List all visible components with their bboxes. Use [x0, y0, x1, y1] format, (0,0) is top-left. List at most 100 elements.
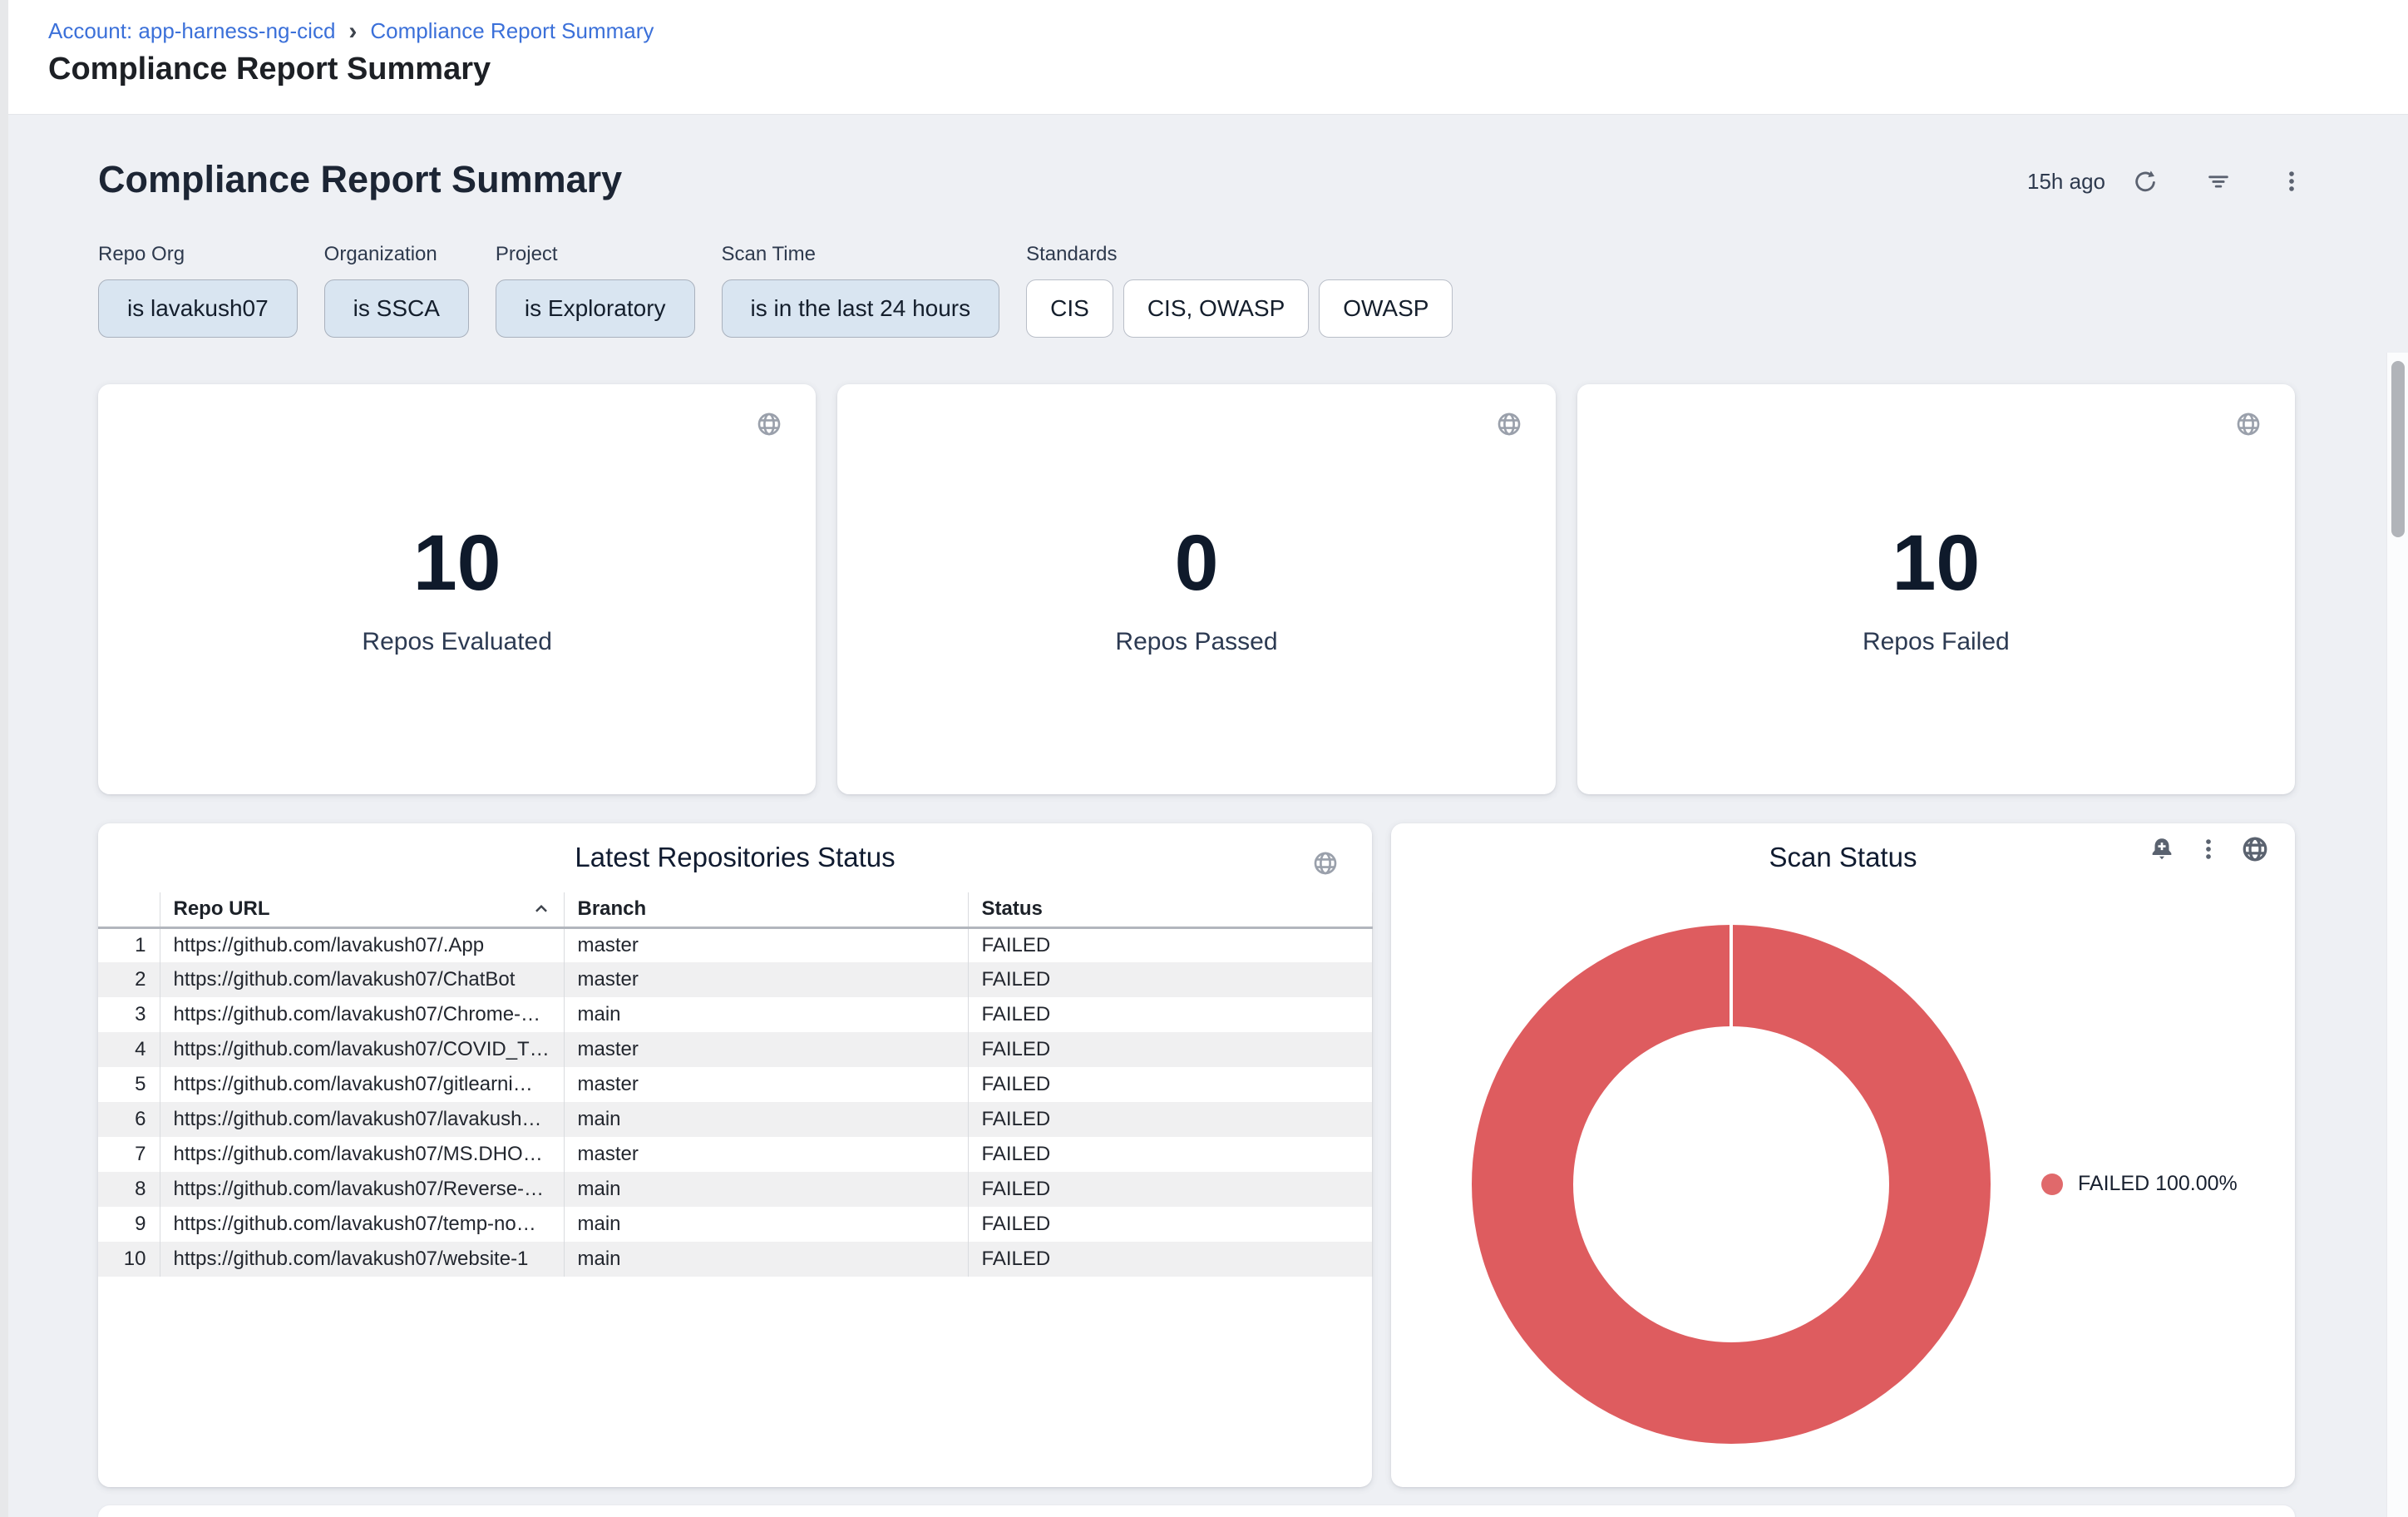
alert-bell-button[interactable]	[2147, 834, 2177, 864]
cell-repo-url: https://github.com/lavakush07/Reverse-…	[160, 1172, 564, 1207]
cell-branch: master	[564, 1137, 968, 1172]
filter-chip-standard-cis[interactable]: CIS	[1026, 279, 1113, 338]
cell-repo-url: https://github.com/lavakush07/website-1	[160, 1242, 564, 1277]
table-row[interactable]: 4 https://github.com/lavakush07/COVID_T……	[98, 1032, 1372, 1067]
cell-branch: master	[564, 927, 968, 962]
refresh-button[interactable]	[2130, 166, 2160, 196]
more-menu-button[interactable]	[2277, 166, 2307, 196]
filter-chip-organization[interactable]: is SSCA	[324, 279, 469, 338]
table-row[interactable]: 9 https://github.com/lavakush07/temp-no……	[98, 1207, 1372, 1242]
column-header-index	[98, 892, 160, 927]
row-index: 6	[98, 1102, 160, 1137]
scrollbar-thumb[interactable]	[2391, 361, 2405, 537]
cell-branch: master	[564, 1067, 968, 1102]
table-row[interactable]: 5 https://github.com/lavakush07/gitlearn…	[98, 1067, 1372, 1102]
row-index: 9	[98, 1207, 160, 1242]
bottom-row: Latest Repositories Status Repo URL	[98, 823, 2295, 1487]
cell-branch: main	[564, 1172, 968, 1207]
filter-chip-scan-time[interactable]: is in the last 24 hours	[722, 279, 1000, 338]
column-header-repo-url[interactable]: Repo URL	[160, 892, 564, 927]
cell-repo-url: https://github.com/lavakush07/.App	[160, 927, 564, 962]
dashboard-actions: 15h ago	[2027, 163, 2307, 200]
kebab-menu-icon	[2277, 167, 2306, 195]
cell-repo-url: https://github.com/lavakush07/COVID_T…	[160, 1032, 564, 1067]
cell-status: FAILED	[968, 997, 1372, 1032]
column-header-branch[interactable]: Branch	[564, 892, 968, 927]
table-title: Latest Repositories Status	[98, 823, 1372, 873]
filter-group-scan-time: Scan Time is in the last 24 hours	[722, 243, 1000, 338]
dashboard-title: Compliance Report Summary	[98, 158, 622, 201]
stat-card-repos-evaluated: 10 Repos Evaluated	[98, 384, 816, 794]
page-title: Compliance Report Summary	[48, 52, 491, 87]
globe-icon[interactable]	[756, 411, 782, 437]
sort-ascending-icon	[532, 900, 550, 918]
globe-icon[interactable]	[1496, 411, 1522, 437]
table-row[interactable]: 6 https://github.com/lavakush07/lavakush…	[98, 1102, 1372, 1137]
cell-branch: main	[564, 1242, 968, 1277]
filter-chip-standard-owasp[interactable]: OWASP	[1319, 279, 1453, 338]
table-row[interactable]: 8 https://github.com/lavakush07/Reverse-…	[98, 1172, 1372, 1207]
globe-icon[interactable]	[2235, 411, 2262, 437]
row-index: 3	[98, 997, 160, 1032]
globe-icon[interactable]	[2240, 834, 2270, 864]
donut-segment-boundary	[1730, 925, 1733, 1028]
cell-repo-url: https://github.com/lavakush07/Chrome-…	[160, 997, 564, 1032]
stat-card-repos-failed: 10 Repos Failed	[1577, 384, 2295, 794]
filter-group-organization: Organization is SSCA	[324, 243, 469, 338]
kebab-menu-icon	[2194, 835, 2223, 863]
repositories-table: Repo URL Branch Status 1 https://github.…	[98, 892, 1373, 1277]
more-menu-button[interactable]	[2193, 834, 2223, 864]
cell-status: FAILED	[968, 927, 1372, 962]
cell-repo-url: https://github.com/lavakush07/ChatBot	[160, 962, 564, 997]
donut-hole	[1573, 1026, 1889, 1342]
stat-value: 10	[1577, 524, 2295, 603]
scrollbar[interactable]	[2386, 353, 2408, 1517]
filter-bar: Repo Org is lavakush07 Organization is S…	[98, 243, 1453, 338]
table-row[interactable]: 2 https://github.com/lavakush07/ChatBot …	[98, 962, 1372, 997]
cell-status: FAILED	[968, 1032, 1372, 1067]
table-header-row: Repo URL Branch Status	[98, 892, 1372, 927]
filter-chip-project[interactable]: is Exploratory	[496, 279, 695, 338]
last-refreshed-text: 15h ago	[2027, 169, 2105, 195]
table-row[interactable]: 7 https://github.com/lavakush07/MS.DHO… …	[98, 1137, 1372, 1172]
donut-chart[interactable]	[1472, 925, 1991, 1444]
cell-branch: master	[564, 1032, 968, 1067]
filter-label: Scan Time	[722, 243, 1000, 266]
breadcrumb-account-link[interactable]: Account: app-harness-ng-cicd	[48, 18, 335, 44]
cell-branch: main	[564, 1102, 968, 1137]
dashboard-action-icons	[2130, 166, 2307, 196]
cell-repo-url: https://github.com/lavakush07/temp-no…	[160, 1207, 564, 1242]
column-header-status[interactable]: Status	[968, 892, 1372, 927]
table-row[interactable]: 3 https://github.com/lavakush07/Chrome-……	[98, 997, 1372, 1032]
filter-icon	[2204, 167, 2233, 195]
cell-branch: master	[564, 962, 968, 997]
stat-label: Repos Failed	[1577, 628, 2295, 656]
bell-plus-icon	[2148, 835, 2176, 863]
cell-repo-url: https://github.com/lavakush07/MS.DHO…	[160, 1137, 564, 1172]
filter-button[interactable]	[2203, 166, 2233, 196]
legend-dot	[2041, 1174, 2063, 1195]
cell-repo-url: https://github.com/lavakush07/gitlearni…	[160, 1067, 564, 1102]
scan-status-card: Scan Status	[1391, 823, 2295, 1487]
stat-cards-row: 10 Repos Evaluated 0 Repos Passed 10 Rep…	[98, 384, 2295, 794]
breadcrumb: Account: app-harness-ng-cicd › Complianc…	[48, 18, 654, 44]
breadcrumb-current-link[interactable]: Compliance Report Summary	[370, 18, 654, 44]
compliance-dashboard-page: Account: app-harness-ng-cicd › Complianc…	[0, 0, 2408, 1517]
filter-label: Repo Org	[98, 243, 298, 266]
filter-chip-repo-org[interactable]: is lavakush07	[98, 279, 298, 338]
repo-table-card: Latest Repositories Status Repo URL	[98, 823, 1372, 1487]
table-row[interactable]: 10 https://github.com/lavakush07/website…	[98, 1242, 1372, 1277]
cell-status: FAILED	[968, 962, 1372, 997]
cell-branch: main	[564, 997, 968, 1032]
legend-item-failed[interactable]: FAILED 100.00%	[2041, 1172, 2238, 1196]
scan-card-actions	[2147, 834, 2270, 864]
row-index: 2	[98, 962, 160, 997]
filter-chip-standard-cis-owasp[interactable]: CIS, OWASP	[1123, 279, 1309, 338]
app-header: Account: app-harness-ng-cicd › Complianc…	[8, 0, 2408, 115]
cell-status: FAILED	[968, 1137, 1372, 1172]
cell-repo-url: https://github.com/lavakush07/lavakush…	[160, 1102, 564, 1137]
globe-icon[interactable]	[1312, 850, 1339, 877]
table-row[interactable]: 1 https://github.com/lavakush07/.App mas…	[98, 927, 1372, 962]
left-rail	[0, 0, 8, 1517]
stat-label: Repos Evaluated	[98, 628, 816, 656]
